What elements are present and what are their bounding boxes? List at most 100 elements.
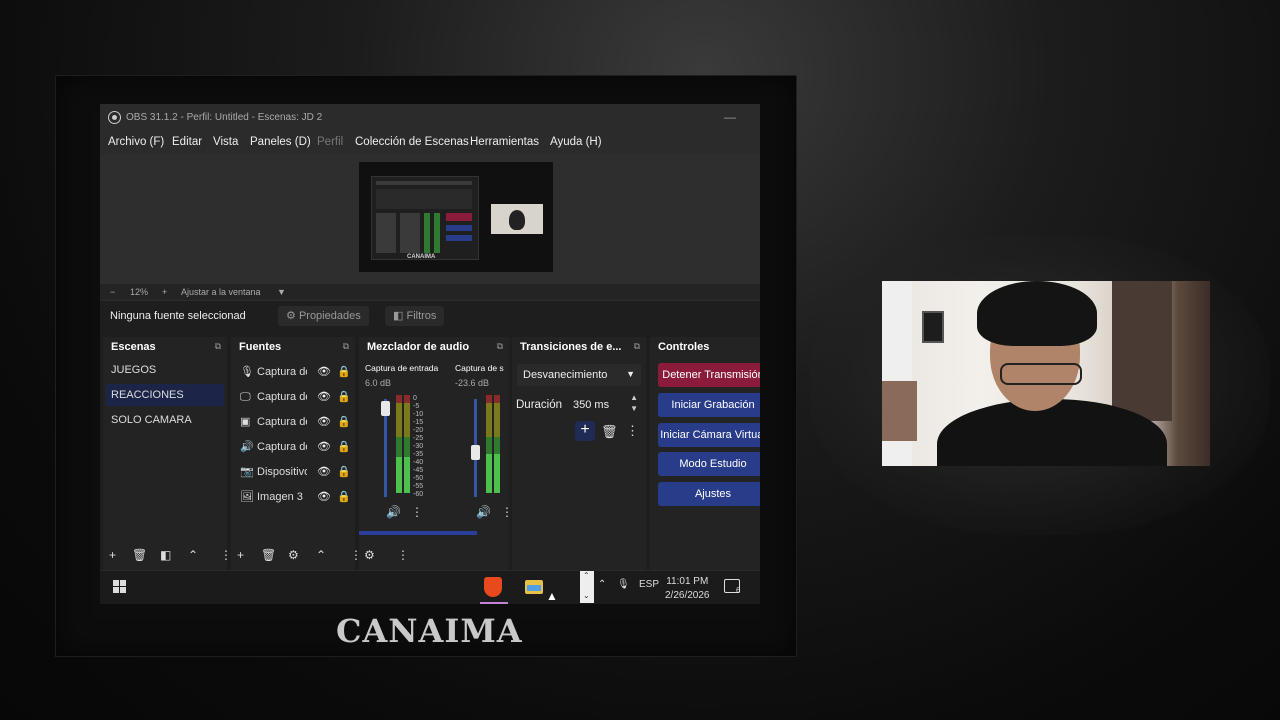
add-transition-button[interactable]: + (575, 421, 595, 441)
menu-editar[interactable]: Editar (172, 136, 202, 148)
preview-brand-text: CANAIMA (407, 254, 436, 260)
speaker-icon[interactable]: 🔊 (386, 505, 401, 519)
eye-icon[interactable]: 👁 (317, 412, 331, 432)
advanced-audio-icon[interactable]: ⚙ (364, 548, 375, 562)
zoom-dropdown-icon[interactable]: ▼ (277, 287, 286, 297)
show-hidden-icons-icon[interactable]: ⌃ (598, 579, 606, 590)
fit-window-label[interactable]: Ajustar a la ventana (181, 287, 261, 297)
studio-mode-button[interactable]: Modo Estudio (658, 452, 760, 476)
more-options-icon[interactable]: ⋮ (397, 548, 409, 562)
menu-vista[interactable]: Vista (213, 136, 238, 148)
filter-icon[interactable]: ◧ (160, 548, 171, 562)
sources-dock: Fuentes ⧉ 🎙 Captura de entrada de audio … (231, 337, 355, 570)
chevron-down-icon: ▼ (626, 369, 635, 379)
source-item[interactable]: 🎙 Captura de entrada de audio 👁 🔒 (237, 362, 352, 382)
lock-icon[interactable]: 🔒 (337, 362, 351, 382)
lock-icon[interactable]: 🔒 (337, 412, 351, 432)
lock-icon[interactable]: 🔒 (337, 487, 351, 507)
sources-title: Fuentes (239, 341, 282, 353)
mixer-channel-label: Captura de entrada (365, 363, 439, 373)
eye-icon[interactable]: 👁 (317, 437, 331, 457)
microphone-icon[interactable]: 🎙 (617, 579, 630, 590)
title-bar: OBS 31.1.2 - Perfil: Untitled - Escenas:… (100, 104, 760, 132)
audio-meter (404, 395, 410, 493)
undock-icon[interactable]: ⧉ (497, 341, 503, 352)
stop-stream-button[interactable]: Detener Transmisión (658, 363, 760, 387)
transition-select[interactable]: Desvanecimiento ▼ (517, 364, 641, 386)
source-item[interactable]: ▣ Captura de ventana 👁 🔒 (237, 412, 352, 432)
source-item[interactable]: 🖵 Captura de pantalla 👁 🔒 (237, 387, 352, 407)
add-icon[interactable]: + (109, 548, 116, 562)
menu-herramientas[interactable]: Herramientas (470, 136, 539, 148)
windows-start-icon[interactable] (113, 580, 127, 594)
mouse-cursor-icon: ▲ (546, 589, 558, 603)
source-label: Captura de entrada de audio (257, 366, 307, 378)
properties-button[interactable]: ⚙ Propiedades (278, 306, 369, 326)
webcam-feed (882, 281, 1210, 466)
preview-camera-thumbnail (491, 204, 543, 234)
more-options-icon[interactable]: ⋮ (626, 423, 639, 439)
lock-icon[interactable]: 🔒 (337, 437, 351, 457)
audio-meter (494, 395, 500, 493)
language-indicator[interactable]: ESP (639, 579, 659, 590)
zoom-out-button[interactable]: − (110, 287, 115, 297)
eye-icon[interactable]: 👁 (317, 387, 331, 407)
scenes-toolbar: + 🗑 ◧ ⌃ ⋮ (100, 544, 232, 568)
speaker-icon[interactable]: 🔊 (476, 505, 491, 519)
lock-icon[interactable]: 🔒 (337, 387, 351, 407)
start-virtual-camera-button[interactable]: Iniciar Cámara Virtual (658, 423, 760, 447)
trash-icon[interactable]: 🗑 (132, 548, 147, 562)
source-label: Imagen 3 (257, 491, 303, 503)
spin-up-icon[interactable]: ▲ (630, 393, 638, 402)
undock-icon[interactable]: ⧉ (215, 341, 221, 352)
more-options-icon[interactable]: ⋮ (411, 505, 423, 519)
preview-area[interactable]: CANAIMA (100, 154, 760, 284)
chevron-up-icon[interactable]: ⌃ (188, 548, 198, 562)
chevron-down-icon[interactable]: ⌄ (583, 591, 590, 600)
source-item[interactable]: 🖼 Imagen 3 👁 🔒 (237, 487, 352, 507)
windows-taskbar: ▲ ⌃ ⌄ ⌃ 🎙 ESP 11:01 PM 2/26/2026 6 (100, 570, 760, 604)
trash-icon[interactable]: 🗑 (601, 424, 618, 440)
undock-icon[interactable]: ⧉ (634, 341, 640, 352)
gear-icon[interactable]: ⚙ (288, 548, 299, 562)
add-icon[interactable]: + (237, 548, 244, 562)
eye-icon[interactable]: 👁 (317, 362, 331, 382)
scene-item-solo-camara[interactable]: SOLO CAMARA (106, 409, 224, 431)
undock-icon[interactable]: ⧉ (343, 341, 349, 352)
microphone-icon: 🎙 (240, 366, 254, 378)
taskbar-clock[interactable]: 11:01 PM 2/26/2026 (665, 575, 710, 603)
menu-ayuda[interactable]: Ayuda (H) (550, 136, 602, 148)
menu-paneles[interactable]: Paneles (D) (250, 136, 311, 148)
spin-down-icon[interactable]: ▼ (630, 404, 638, 413)
scene-item-juegos[interactable]: JUEGOS (106, 359, 224, 381)
chevron-up-icon[interactable]: ⌃ (316, 548, 326, 562)
trash-icon[interactable]: 🗑 (261, 548, 276, 562)
chevron-up-icon[interactable]: ⌃ (583, 571, 590, 580)
menu-archivo[interactable]: Archivo (F) (108, 136, 164, 148)
volume-fader-knob[interactable] (471, 445, 480, 460)
minimize-button[interactable]: — (724, 110, 736, 124)
volume-fader-knob[interactable] (381, 401, 390, 416)
filters-button[interactable]: ◧ Filtros (385, 306, 445, 326)
taskbar-scrollbar[interactable]: ⌃ ⌄ (580, 571, 594, 603)
source-item[interactable]: 📷 Dispositivo de captura de video 👁 🔒 (237, 462, 352, 482)
duration-spinbox[interactable]: 350 ms ▲ ▼ (568, 393, 642, 415)
brave-browser-icon[interactable] (484, 577, 502, 597)
mixer-scrollbar[interactable] (359, 531, 477, 535)
zoom-in-button[interactable]: + (162, 287, 167, 297)
monitor-icon: 🖵 (240, 391, 251, 403)
scene-item-reacciones[interactable]: REACCIONES (106, 384, 224, 406)
notification-count: 6 (736, 586, 741, 595)
settings-button[interactable]: Ajustes (658, 482, 760, 506)
obs-logo-icon (108, 111, 121, 124)
file-explorer-icon[interactable] (525, 580, 543, 594)
preview-monitor-thumbnail (371, 176, 479, 260)
start-recording-button[interactable]: Iniciar Grabación (658, 393, 760, 417)
more-options-icon[interactable]: ⋮ (350, 548, 362, 562)
source-item[interactable]: 🔊 Captura de salida de audio 👁 🔒 (237, 437, 352, 457)
eye-icon[interactable]: 👁 (317, 462, 331, 482)
filter-icon: ◧ (393, 310, 404, 322)
eye-icon[interactable]: 👁 (317, 487, 331, 507)
lock-icon[interactable]: 🔒 (337, 462, 351, 482)
menu-coleccion-escenas[interactable]: Colección de Escenas (355, 136, 469, 148)
